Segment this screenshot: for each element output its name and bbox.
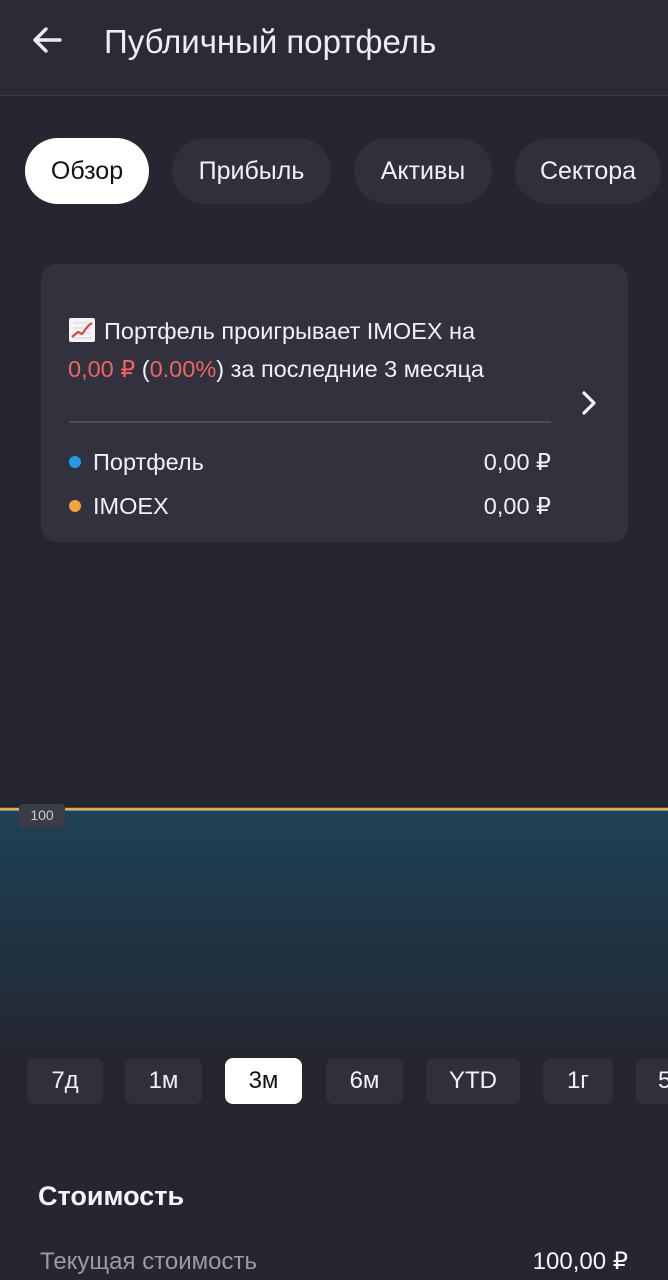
legend-imoex-name: IMOEX: [93, 493, 169, 519]
performance-chart[interactable]: 100: [0, 780, 668, 1060]
legend-imoex: IMOEX 0,00 ₽: [69, 491, 551, 521]
current-value-label: Текущая стоимость: [40, 1248, 258, 1275]
period-3m[interactable]: 3м: [225, 1058, 302, 1104]
legend-imoex-value: 0,00 ₽: [483, 493, 551, 519]
imoex-dot-icon: [69, 500, 81, 512]
headline-suffix: за последние 3 месяца: [224, 356, 485, 382]
period-ytd[interactable]: YTD: [426, 1058, 520, 1104]
diff-open-paren: (: [135, 356, 150, 382]
tab-assets[interactable]: Активы: [354, 138, 492, 204]
legend-portfolio: Портфель 0,00 ₽: [69, 447, 551, 477]
y-axis-label: 100: [19, 804, 65, 828]
tab-sectors[interactable]: Сектора: [515, 138, 661, 204]
period-1y[interactable]: 1г: [543, 1058, 613, 1104]
headline-prefix: Портфель проигрывает IMOEX на: [104, 318, 476, 344]
tab-overview[interactable]: Обзор: [25, 138, 149, 204]
diff-close-paren: ): [216, 356, 225, 382]
period-7d[interactable]: 7д: [27, 1058, 103, 1104]
back-button[interactable]: [26, 18, 70, 62]
chart-increasing-icon: [68, 316, 96, 342]
public-portfolio-screen: Публичный портфель Обзор Прибыль Активы …: [0, 0, 668, 1280]
current-value-row: Текущая стоимость 100,00 ₽: [40, 1242, 628, 1280]
period-6m[interactable]: 6м: [326, 1058, 403, 1104]
legend-portfolio-value: 0,00 ₽: [483, 449, 551, 475]
chart-canvas: [0, 807, 668, 1060]
section-tabs: Обзор Прибыль Активы Сектора: [25, 138, 668, 204]
period-1m[interactable]: 1м: [125, 1058, 202, 1104]
arrow-left-icon: [33, 27, 62, 53]
diff-percent: 0.00%: [149, 356, 217, 382]
period-5y[interactable]: 5: [636, 1058, 668, 1104]
diff-amount: 0,00 ₽: [68, 356, 136, 382]
legend-portfolio-name: Портфель: [93, 449, 204, 475]
value-section-title: Стоимость: [38, 1181, 185, 1211]
current-value-amount: 100,00 ₽: [532, 1248, 628, 1275]
comparison-headline: Портфель проигрывает IMOEX на 0,00 ₽ (0.0…: [68, 312, 548, 388]
chevron-right-icon: [575, 388, 603, 418]
portfolio-area: [0, 810, 668, 1060]
tab-profit[interactable]: Прибыль: [172, 138, 331, 204]
card-divider: [69, 421, 551, 423]
benchmark-comparison-card[interactable]: Портфель проигрывает IMOEX на 0,00 ₽ (0.0…: [41, 264, 628, 542]
portfolio-dot-icon: [69, 456, 81, 468]
page-title: Публичный портфель: [104, 23, 437, 60]
app-header: Публичный портфель: [0, 0, 668, 96]
